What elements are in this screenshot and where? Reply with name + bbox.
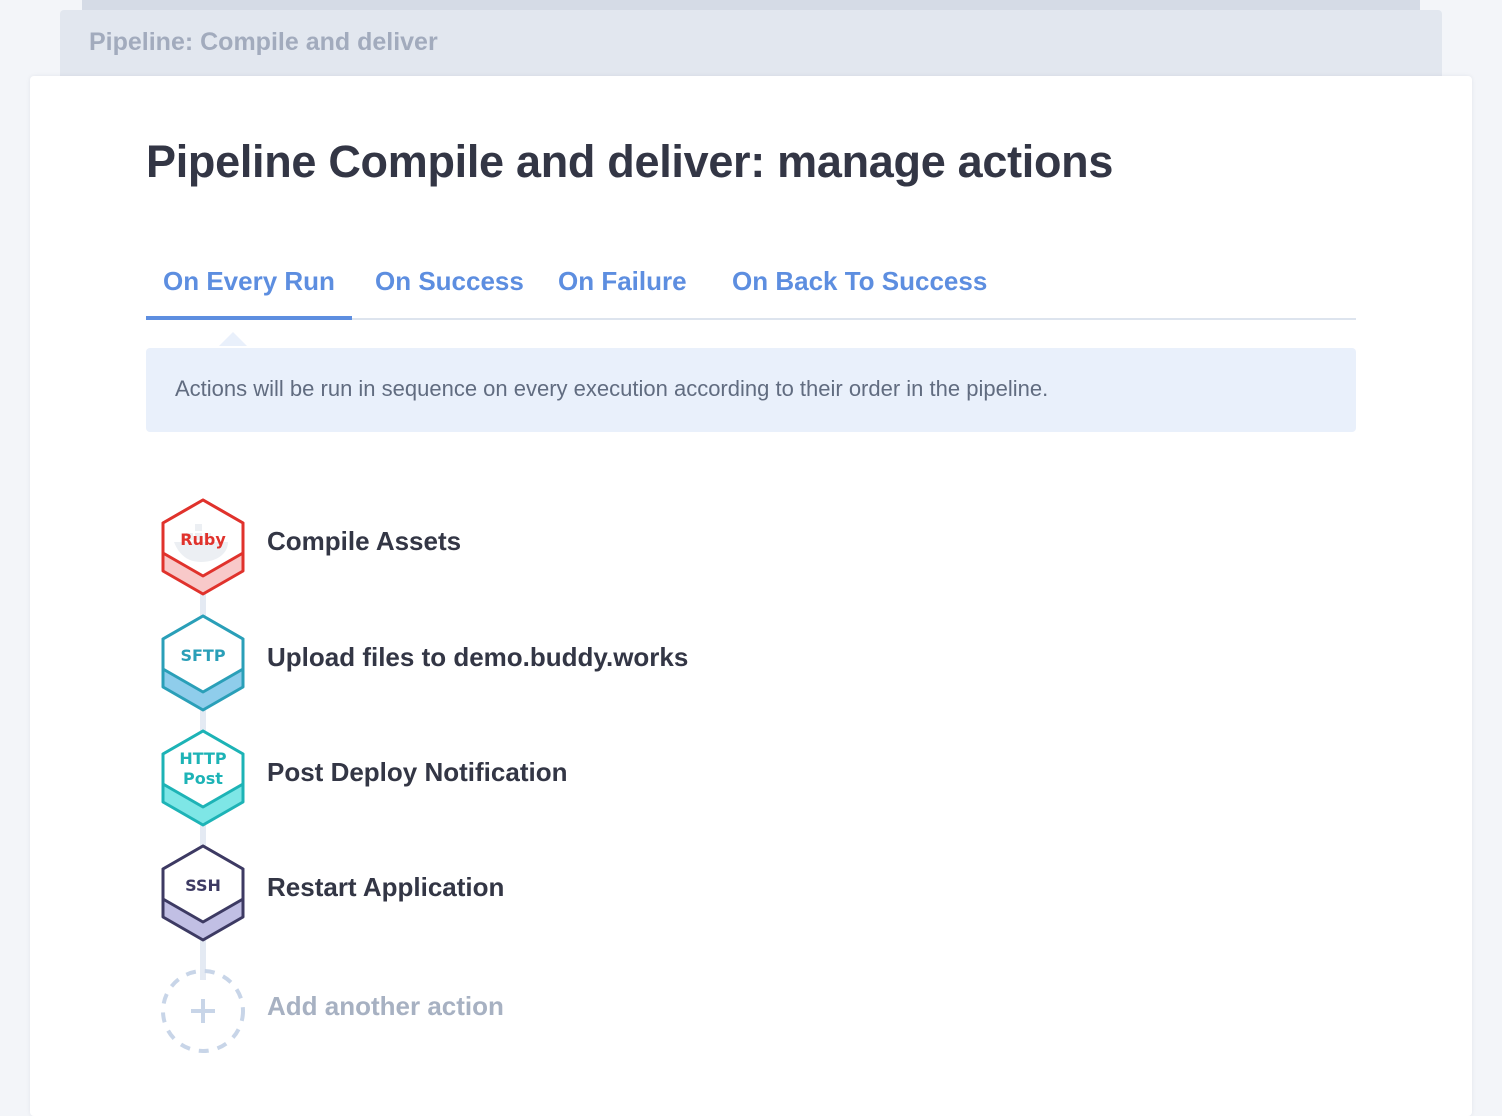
sftp-icon: SFTP [160,614,246,712]
action-label: Upload files to demo.buddy.works [267,642,689,672]
add-action-label: Add another action [267,991,504,1021]
plus-icon [160,966,246,1064]
ssh-badge-text: SSH [185,876,221,895]
action-label: Compile Assets [267,526,462,556]
manage-actions-card: Pipeline Compile and deliver: manage act… [30,76,1472,1116]
page-title: Pipeline Compile and deliver: manage act… [146,136,1114,187]
active-tab-caret [219,332,247,346]
tab-on-every-run[interactable]: On Every Run [146,266,352,320]
action-item-upload-files[interactable]: SFTP Upload files to demo.buddy.works [160,614,1060,714]
tab-on-success[interactable]: On Success [375,266,524,318]
background-card-back [82,0,1420,10]
action-label: Post Deploy Notification [267,757,568,787]
tab-on-back-to-success[interactable]: On Back To Success [732,266,987,318]
http-badge-line1: HTTP [179,749,227,768]
action-label: Restart Application [267,872,505,902]
sftp-badge-text: SFTP [180,646,226,665]
info-box: Actions will be run in sequence on every… [146,348,1356,432]
tab-on-failure[interactable]: On Failure [558,266,687,318]
ruby-docker-icon: Ruby [160,498,246,596]
trigger-tabs: On Every Run On Success On Failure On Ba… [146,252,1356,320]
action-item-restart-application[interactable]: SSH Restart Application [160,844,1060,944]
ruby-badge-text: Ruby [180,530,226,549]
action-item-compile-assets[interactable]: Ruby Compile Assets [160,498,1060,598]
background-pipeline-title: Pipeline: Compile and deliver [89,28,438,56]
action-item-post-deploy-notification[interactable]: HTTP Post Post Deploy Notification [160,729,1060,829]
http-post-icon: HTTP Post [160,729,246,827]
ssh-icon: SSH [160,844,246,942]
http-badge-line2: Post [183,769,223,788]
info-text: Actions will be run in sequence on every… [175,376,1049,401]
add-action-button[interactable]: Add another action [160,966,1060,1066]
